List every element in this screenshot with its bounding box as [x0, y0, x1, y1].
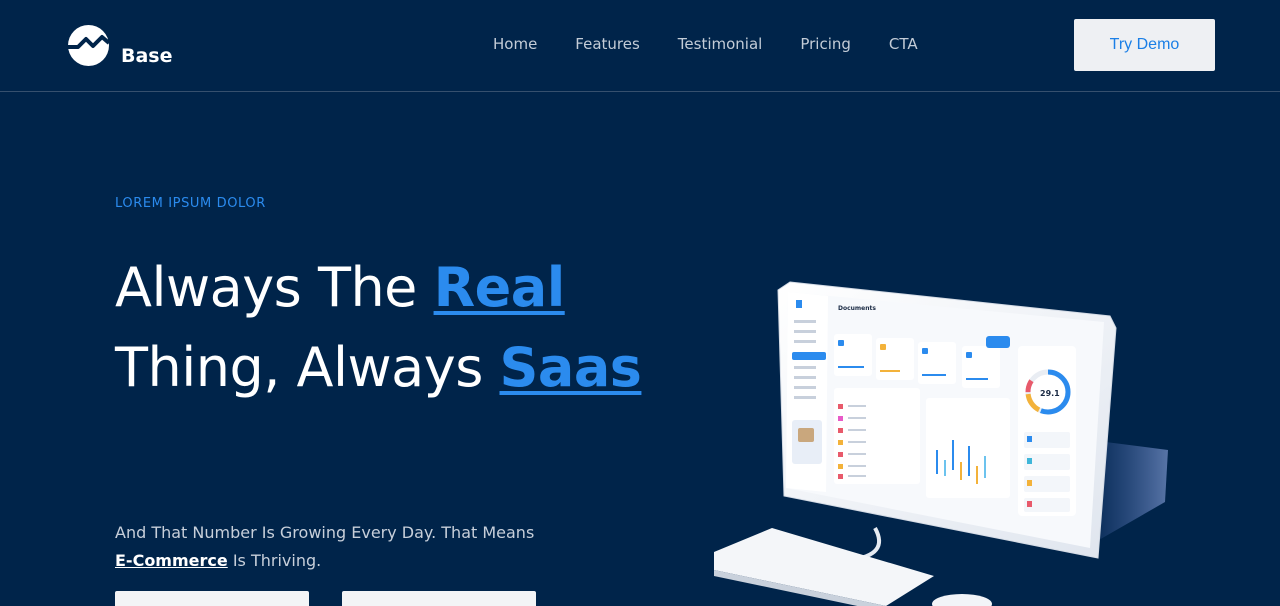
headline-text-1: Always The [115, 256, 434, 319]
headline-text-2: Thing, Always [115, 336, 500, 399]
hero-primary-button[interactable] [115, 591, 309, 606]
headline-highlight-real: Real [433, 256, 566, 319]
mockup-storage-value: 29.1 [1040, 389, 1060, 398]
nav-link-testimonial[interactable]: Testimonial [678, 35, 763, 53]
headline-highlight-saas: Saas [499, 336, 642, 399]
main-nav: Home Features Testimonial Pricing CTA [493, 35, 956, 53]
brand-name: Base [121, 45, 173, 67]
mouse-illustration [932, 594, 992, 606]
nav-link-pricing[interactable]: Pricing [800, 35, 851, 53]
dashboard-monitor-illustration: Documents 29.1 [714, 281, 1168, 606]
mockup-analytics-chart [926, 398, 1010, 498]
mockup-files-list [834, 388, 920, 484]
monitor-illustration: Documents 29.1 [777, 281, 1117, 559]
nav-link-features[interactable]: Features [575, 35, 640, 53]
keyboard-illustration [714, 528, 934, 606]
subtext-part-2: Is Thriving. [227, 551, 322, 570]
top-navbar: Base Home Features Testimonial Pricing C… [0, 0, 1280, 92]
hero-headline: Always The Real Thing, Always Saas [115, 248, 675, 408]
subtext-emphasis: E-Commerce [115, 551, 228, 570]
hero-subtext: And That Number Is Growing Every Day. Th… [115, 519, 535, 575]
trend-line-logo-icon [68, 24, 109, 66]
nav-link-cta[interactable]: CTA [889, 35, 918, 53]
mockup-app-title: Documents [838, 305, 876, 312]
brand-logo[interactable]: Base [68, 23, 173, 67]
try-demo-button[interactable]: Try Demo [1074, 19, 1215, 71]
nav-link-home[interactable]: Home [493, 35, 537, 53]
hero-eyebrow: LOREM IPSUM DOLOR [115, 196, 266, 211]
subtext-part-1: And That Number Is Growing Every Day. Th… [115, 523, 535, 542]
hero-secondary-button[interactable] [342, 591, 536, 606]
mockup-storage-panel: 29.1 [1018, 346, 1076, 516]
